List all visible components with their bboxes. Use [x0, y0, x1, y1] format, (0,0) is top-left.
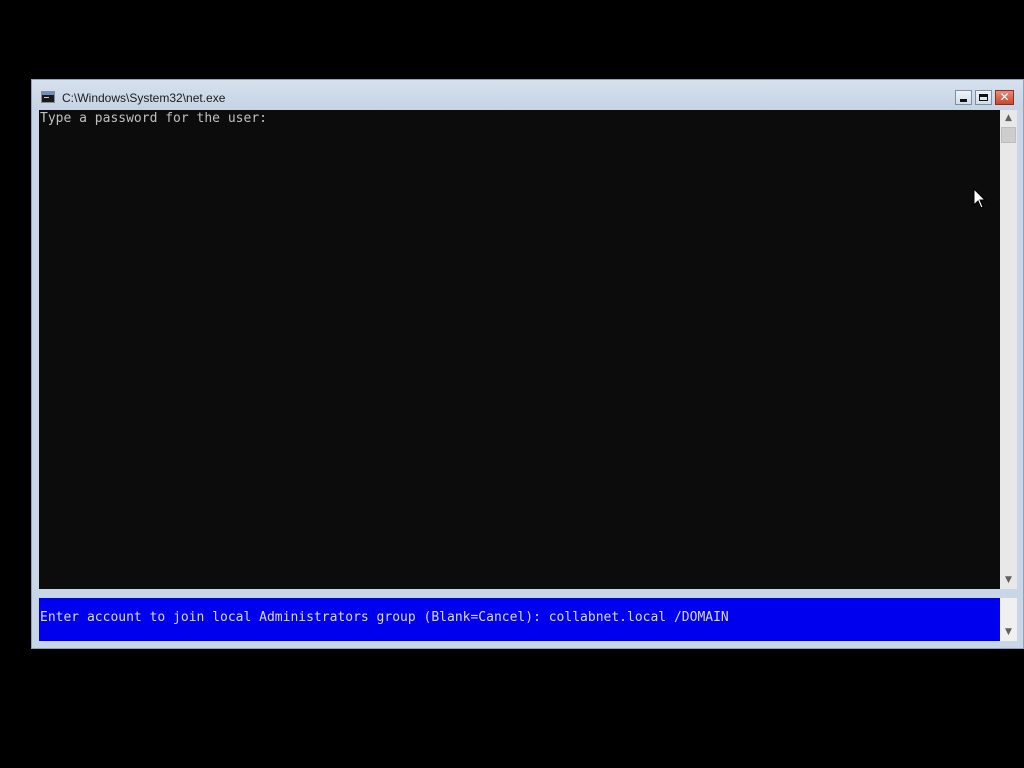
console-output[interactable]: Type a password for the user:: [39, 110, 1000, 589]
scroll-up-arrow-icon[interactable]: ▲: [1000, 110, 1017, 127]
close-icon: ✕: [999, 90, 1010, 104]
prompt-scrollbar[interactable]: ▼: [1000, 598, 1017, 641]
maximize-button[interactable]: [975, 90, 992, 105]
maximize-icon: [979, 94, 988, 101]
scrollbar-thumb[interactable]: [1001, 127, 1016, 143]
mouse-pointer-icon: [973, 188, 986, 209]
minimize-button[interactable]: [955, 90, 972, 105]
console-scrollbar[interactable]: ▲ ▼: [1000, 110, 1017, 589]
console-window[interactable]: C:\Windows\System32\net.exe ✕ Type a pas…: [31, 79, 1024, 649]
close-button[interactable]: ✕: [995, 90, 1014, 105]
minimize-icon: [960, 99, 967, 102]
scroll-down-arrow-icon[interactable]: ▼: [1000, 624, 1017, 641]
console-line: Type a password for the user:: [40, 111, 267, 126]
scroll-down-arrow-icon[interactable]: ▼: [1000, 572, 1017, 589]
account-prompt-pane[interactable]: Enter account to join local Administrato…: [39, 598, 1000, 641]
window-title: C:\Windows\System32\net.exe: [62, 91, 226, 105]
account-prompt-text: Enter account to join local Administrato…: [40, 610, 729, 625]
window-titlebar[interactable]: C:\Windows\System32\net.exe ✕: [32, 80, 1023, 110]
desktop-background: C:\Windows\System32\net.exe ✕ Type a pas…: [0, 0, 1024, 768]
console-app-icon[interactable]: [41, 91, 55, 103]
